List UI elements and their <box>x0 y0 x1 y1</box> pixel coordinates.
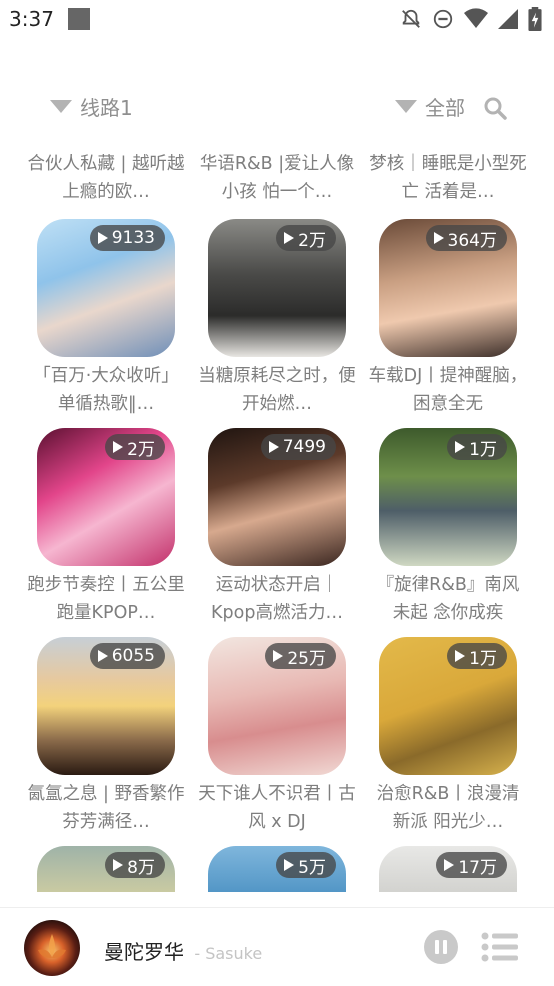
dropdown-triangle-icon <box>50 100 72 113</box>
play-count-badge: 5万 <box>276 852 336 878</box>
playlist-cover[interactable]: 8万 <box>37 846 175 892</box>
pause-icon <box>435 940 439 954</box>
playlist-card[interactable]: 跑步节奏控丨五公里跑量KPOP… <box>21 571 191 627</box>
mini-player[interactable]: 曼陀罗华 - Sasuke <box>0 907 554 986</box>
playlist-card[interactable]: 当糖原耗尽之时，便开始燃… <box>192 362 362 418</box>
playlist-cover[interactable]: 9133 <box>37 219 175 357</box>
playlist-title: 「百万·大众收听」单循热歌‖… <box>33 366 179 414</box>
playlist-card[interactable]: 华语R&B |爱让人像小孩 怕一个… <box>192 150 362 206</box>
playlist-icon[interactable] <box>481 932 519 962</box>
dropdown-triangle-icon <box>395 100 417 113</box>
playlist-title: 天下谁人不识君丨古风 x DJ <box>198 784 356 832</box>
playlist-cover[interactable]: 17万 <box>379 846 517 892</box>
filter-bar: 线路1 全部 <box>0 92 554 128</box>
play-icon <box>113 441 124 453</box>
playlist-title: 氤氲之息 | 野香繁作 芬芳满径… <box>27 784 185 832</box>
app-notification-icon <box>68 8 90 30</box>
play-count-badge: 1万 <box>447 643 507 669</box>
playlist-title: 治愈R&B丨浪漫清新派 阳光少… <box>376 784 520 832</box>
play-icon <box>433 232 444 244</box>
route-selector[interactable]: 线路1 <box>50 92 133 121</box>
now-playing-artist: - Sasuke <box>194 944 263 963</box>
play-icon <box>284 232 295 244</box>
play-count-badge: 25万 <box>265 643 336 669</box>
playlist-card[interactable]: 梦核｜睡眠是小型死亡 活着是… <box>363 150 533 206</box>
playlist-cover[interactable]: 5万 <box>208 846 346 892</box>
play-count-badge: 1万 <box>447 434 507 460</box>
play-count-badge: 8万 <box>105 852 165 878</box>
playlist-card[interactable]: 合伙人私藏 | 越听越上瘾的欧… <box>21 150 191 206</box>
playlist-title: 『旋律R&B』南风未起 念你成疾 <box>376 575 520 623</box>
playlist-card[interactable]: 运动状态开启｜Kpop高燃活力… <box>192 571 362 627</box>
do-not-disturb-icon <box>433 9 453 29</box>
play-icon <box>97 232 108 244</box>
play-count-badge: 17万 <box>436 852 507 878</box>
pause-icon <box>443 940 447 954</box>
playlist-card[interactable]: 天下谁人不识君丨古风 x DJ <box>192 780 362 836</box>
play-count-badge: 2万 <box>105 434 165 460</box>
playlist-cover[interactable]: 6055 <box>37 637 175 775</box>
play-icon <box>273 650 284 662</box>
playlist-cover[interactable]: 1万 <box>379 428 517 566</box>
play-icon <box>113 859 124 871</box>
playlist-title: 合伙人私藏 | 越听越上瘾的欧… <box>27 154 185 202</box>
play-icon <box>284 859 295 871</box>
play-icon <box>444 859 455 871</box>
battery-charging-icon <box>528 7 542 31</box>
playlist-card[interactable]: 「百万·大众收听」单循热歌‖… <box>21 362 191 418</box>
playlist-card[interactable]: 治愈R&B丨浪漫清新派 阳光少… <box>363 780 533 836</box>
playlist-card[interactable]: 『旋律R&B』南风未起 念你成疾 <box>363 571 533 627</box>
playlist-title: 梦核｜睡眠是小型死亡 活着是… <box>369 154 527 202</box>
category-selector[interactable]: 全部 <box>395 92 465 121</box>
now-playing-cover[interactable] <box>24 920 80 976</box>
now-playing-song: 曼陀罗华 <box>104 940 184 964</box>
play-count-badge: 9133 <box>89 225 165 251</box>
status-time: 3:37 <box>9 7 54 31</box>
status-bar: 3:37 <box>0 0 554 38</box>
wifi-icon <box>464 8 488 28</box>
playlist-card[interactable]: 车载DJ丨提神醒脑，困意全无 <box>363 362 533 418</box>
play-count-badge: 364万 <box>425 225 507 251</box>
playlist-title: 跑步节奏控丨五公里跑量KPOP… <box>27 575 185 623</box>
pause-button[interactable] <box>424 930 458 964</box>
cover-image <box>24 920 80 976</box>
play-icon <box>455 650 466 662</box>
play-icon <box>97 650 108 662</box>
playlist-title: 华语R&B |爱让人像小孩 怕一个… <box>199 154 355 202</box>
search-icon[interactable] <box>483 96 507 120</box>
play-icon <box>455 441 466 453</box>
play-count-badge: 7499 <box>260 434 336 460</box>
signal-icon <box>498 9 518 29</box>
playlist-cover[interactable]: 364万 <box>379 219 517 357</box>
playlist-cover[interactable]: 2万 <box>208 219 346 357</box>
playlist-title: 车载DJ丨提神醒脑，困意全无 <box>368 366 528 414</box>
now-playing-info[interactable]: 曼陀罗华 - Sasuke <box>104 936 262 965</box>
notifications-off-icon <box>402 9 420 28</box>
playlist-title: 运动状态开启｜Kpop高燃活力… <box>211 575 343 623</box>
play-count-badge: 2万 <box>276 225 336 251</box>
category-label: 全部 <box>425 96 465 120</box>
play-icon <box>268 441 279 453</box>
playlist-grid: 合伙人私藏 | 越听越上瘾的欧… 华语R&B |爱让人像小孩 怕一个… 梦核｜睡… <box>0 150 554 892</box>
route-label: 线路1 <box>80 96 133 120</box>
playlist-cover[interactable]: 1万 <box>379 637 517 775</box>
playlist-cover[interactable]: 7499 <box>208 428 346 566</box>
playlist-cover[interactable]: 2万 <box>37 428 175 566</box>
play-count-badge: 6055 <box>89 643 165 669</box>
playlist-title: 当糖原耗尽之时，便开始燃… <box>198 366 356 414</box>
playlist-cover[interactable]: 25万 <box>208 637 346 775</box>
playlist-card[interactable]: 氤氲之息 | 野香繁作 芬芳满径… <box>21 780 191 836</box>
